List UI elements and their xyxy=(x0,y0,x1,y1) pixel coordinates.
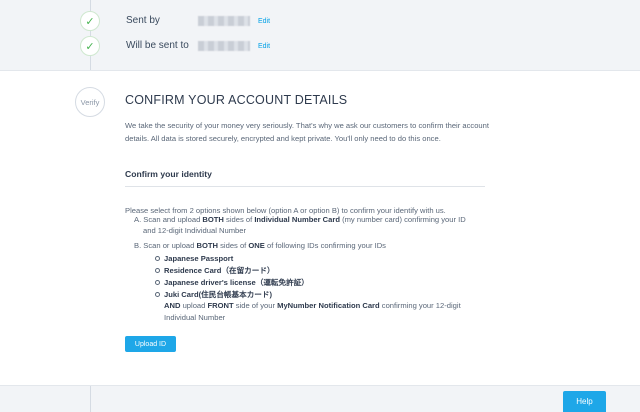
check-icon: ✓ xyxy=(80,36,100,56)
section-divider xyxy=(125,186,485,187)
id-option-residence-card: Residence Card（在留カード） xyxy=(155,265,275,276)
step-label-sent-by: Sent by xyxy=(126,15,160,26)
check-icon: ✓ xyxy=(80,11,100,31)
redacted-recipient-name xyxy=(198,41,250,51)
redacted-sender-name xyxy=(198,16,250,26)
id-option-juki-card: Juki Card(住民台帳基本カード) xyxy=(155,289,272,300)
option-b: B. Scan or upload BOTH sides of ONE of f… xyxy=(134,241,386,250)
step-sent-by: ✓ Sent by Edit xyxy=(80,11,270,31)
juki-card-note: AND upload FRONT side of your MyNumber N… xyxy=(164,301,461,322)
id-option-passport: Japanese Passport xyxy=(155,253,233,264)
verify-step-indicator: Verify xyxy=(75,87,105,117)
step-will-be-sent-to: ✓ Will be sent to Edit xyxy=(80,36,270,56)
intro-text: We take the security of your money very … xyxy=(125,121,489,143)
bullet-icon xyxy=(155,280,160,285)
bullet-icon xyxy=(155,256,160,261)
bullet-icon xyxy=(155,268,160,273)
page-title: CONFIRM YOUR ACCOUNT DETAILS xyxy=(125,93,348,107)
option-a: A. Scan and upload BOTH sides of Individ… xyxy=(134,215,466,235)
section-subtitle: Confirm your identity xyxy=(125,169,212,179)
edit-sent-by-link[interactable]: Edit xyxy=(258,18,270,25)
upload-id-button[interactable]: Upload ID xyxy=(125,336,176,352)
id-option-drivers-license: Japanese driver's license（運転免許証） xyxy=(155,277,309,288)
help-button[interactable]: Help xyxy=(563,391,606,412)
edit-will-be-sent-to-link[interactable]: Edit xyxy=(258,43,270,50)
bullet-icon xyxy=(155,292,160,297)
step-label-will-be-sent-to: Will be sent to xyxy=(126,40,189,51)
